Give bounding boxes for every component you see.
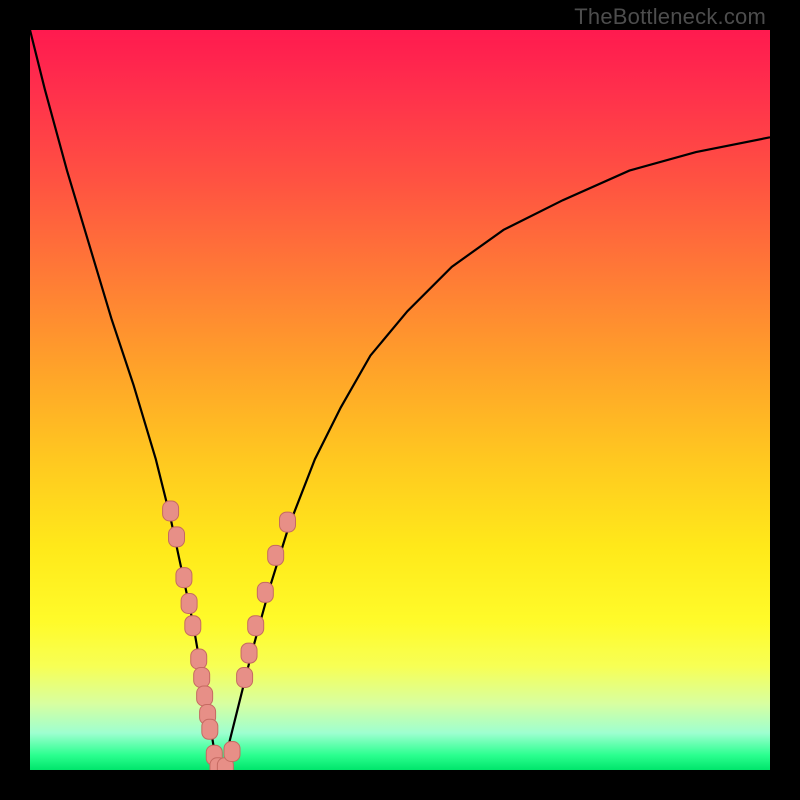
curve-marker [191,649,207,669]
curve-marker [237,668,253,688]
curve-marker [185,616,201,636]
bottleneck-curve [30,30,770,770]
curve-marker [194,668,210,688]
curve-marker [181,594,197,614]
bottleneck-chart [30,30,770,770]
curve-marker [169,527,185,547]
watermark-text: TheBottleneck.com [574,4,766,30]
marker-group [163,501,296,770]
curve-marker [257,582,273,602]
curve-marker [176,568,192,588]
plot-area [30,30,770,770]
curve-marker [197,686,213,706]
curve-marker [280,512,296,532]
curve-marker [241,643,257,663]
curve-marker [268,545,284,565]
curve-marker [248,616,264,636]
frame-border: TheBottleneck.com [0,0,800,800]
curve-marker [202,719,218,739]
curve-marker [224,742,240,762]
curve-marker [163,501,179,521]
